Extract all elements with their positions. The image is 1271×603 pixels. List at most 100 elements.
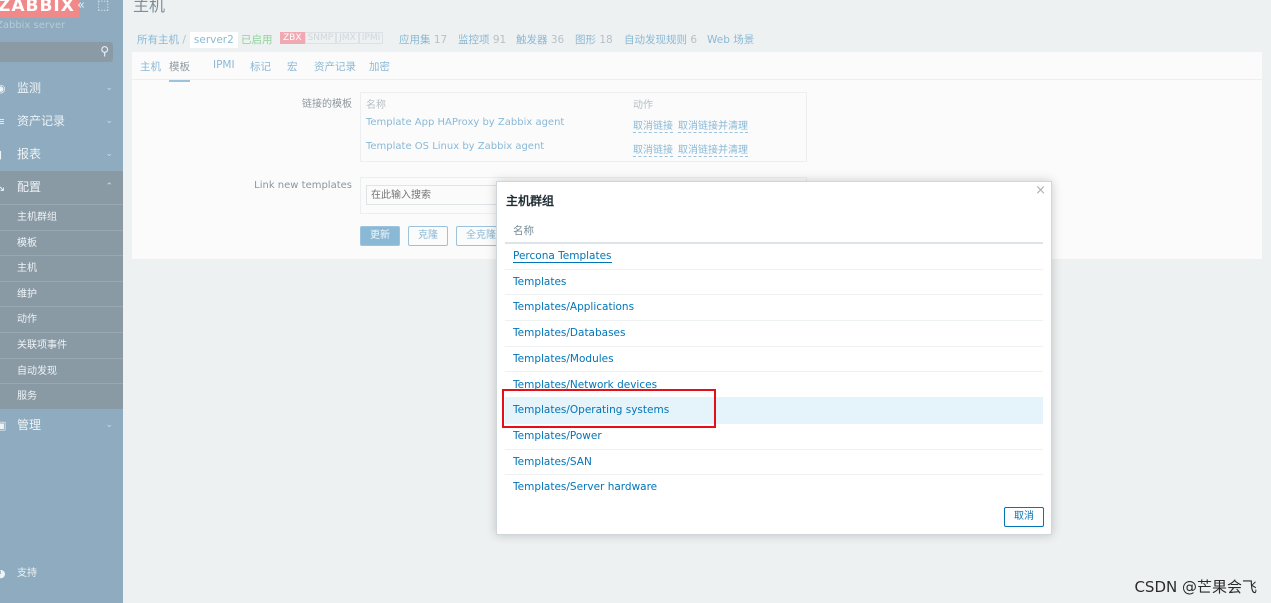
- tab-host[interactable]: 主机: [140, 59, 161, 74]
- nav-label: Web 场景: [707, 34, 755, 46]
- menu-label: 管理: [17, 418, 42, 432]
- tab-encryption[interactable]: 加密: [369, 59, 390, 74]
- nav-triggers[interactable]: 触发器 36: [516, 32, 564, 47]
- tag-zbx: ZBX: [280, 32, 305, 44]
- unlink-link[interactable]: 取消链接: [633, 117, 673, 133]
- sidebar-search[interactable]: ⚲: [0, 42, 113, 62]
- update-button[interactable]: 更新: [360, 226, 400, 246]
- nav-graphs[interactable]: 图形 18: [575, 32, 613, 47]
- col-name: 名称: [366, 100, 386, 111]
- menu-inventory[interactable]: ≡ 资产记录 ⌄: [0, 105, 123, 138]
- tab-tags[interactable]: 标记: [250, 59, 271, 74]
- nav-count: 91: [492, 34, 507, 46]
- tag-snmp: SNMP: [304, 32, 337, 44]
- sidebar: ZABBIX « ⬚ Zabbix server ⚲ ◉ 监测 ⌄ ≡ 资产记录 ⌄ ▮…: [0, 0, 123, 603]
- breadcrumb-all-hosts[interactable]: 所有主机: [137, 34, 179, 46]
- fullscreen-icon[interactable]: ⬚: [97, 0, 109, 13]
- clone-button[interactable]: 克隆: [408, 226, 448, 246]
- breadcrumb-host[interactable]: server2: [189, 32, 238, 48]
- host-groups-dialog: 主机群组 × 名称 Percona Templates Templates Te…: [496, 181, 1052, 535]
- linked-template-link[interactable]: Template App HAProxy by Zabbix agent: [366, 117, 564, 128]
- group-link[interactable]: Templates: [513, 276, 566, 288]
- menu-administration[interactable]: ▣ 管理 ⌄: [0, 409, 123, 442]
- support-icon: ◕: [0, 567, 6, 580]
- nav-discovery-rules[interactable]: 自动发现规则 6: [624, 32, 697, 47]
- nav-label: 监控项: [458, 34, 490, 46]
- nav-count: 17: [433, 34, 448, 46]
- list-icon: ≡: [0, 115, 6, 128]
- server-name: Zabbix server: [0, 20, 66, 31]
- tab-ipmi[interactable]: IPMI: [213, 59, 235, 71]
- breadcrumb-sep: /: [182, 34, 186, 46]
- menu-label: 支持: [17, 568, 37, 579]
- tag-ipmi: IPMI: [358, 32, 384, 44]
- nav-label: 触发器: [516, 34, 548, 46]
- submenu-discovery[interactable]: 自动发现: [0, 357, 123, 384]
- menu-reports[interactable]: ▮ 报表 ⌄: [0, 138, 123, 171]
- submenu-services[interactable]: 服务: [0, 383, 123, 409]
- list-item[interactable]: Templates: [505, 270, 1043, 296]
- watermark: CSDN @芒果会飞: [1134, 578, 1257, 596]
- group-link[interactable]: Templates/Power: [513, 430, 602, 442]
- list-item[interactable]: Templates/SAN: [505, 450, 1043, 476]
- collapse-icon[interactable]: «: [77, 0, 85, 13]
- nav-count: 18: [599, 34, 613, 46]
- menu-label: 报表: [17, 147, 42, 161]
- close-icon[interactable]: ×: [1035, 183, 1046, 198]
- status-enabled[interactable]: 已启用: [241, 32, 273, 47]
- eye-icon: ◉: [0, 82, 6, 95]
- wrench-icon: ↘: [0, 181, 6, 194]
- list-item[interactable]: Templates/Databases: [505, 321, 1043, 347]
- group-link[interactable]: Templates/Databases: [513, 327, 626, 339]
- submenu-templates[interactable]: 模板: [0, 229, 123, 256]
- menu-support[interactable]: ◕ 支持: [0, 557, 123, 590]
- unlink-clear-link[interactable]: 取消链接并清理: [678, 141, 748, 157]
- menu-label: 资产记录: [17, 114, 66, 128]
- unlink-link[interactable]: 取消链接: [633, 141, 673, 157]
- cancel-button[interactable]: 取消: [1004, 507, 1044, 527]
- submenu-maintenance[interactable]: 维护: [0, 280, 123, 307]
- nav-label: 应用集: [399, 34, 431, 46]
- unlink-clear-link[interactable]: 取消链接并清理: [678, 117, 748, 133]
- admin-icon: ▣: [0, 419, 7, 432]
- tab-macros[interactable]: 宏: [287, 59, 298, 74]
- menu-label: 配置: [17, 180, 42, 194]
- list-item[interactable]: Templates/Modules: [505, 347, 1043, 373]
- nav-count: 6: [690, 34, 698, 46]
- group-link[interactable]: Templates/Modules: [513, 353, 614, 365]
- menu-monitoring[interactable]: ◉ 监测 ⌄: [0, 72, 123, 105]
- submenu-correlation[interactable]: 关联项事件: [0, 332, 123, 358]
- list-item[interactable]: Templates/Server hardware: [505, 475, 1043, 501]
- submenu-host-groups[interactable]: 主机群组: [0, 204, 123, 230]
- chevron-down-icon: ⌄: [105, 149, 113, 159]
- col-action: 动作: [633, 100, 653, 111]
- dialog-title: 主机群组: [506, 194, 555, 208]
- dialog-col-name: 名称: [513, 225, 534, 237]
- nav-applications[interactable]: 应用集 17: [399, 32, 447, 47]
- list-item[interactable]: Templates/Applications: [505, 295, 1043, 322]
- nav-items[interactable]: 监控项 91: [458, 32, 506, 47]
- chevron-down-icon: ⌄: [105, 116, 113, 126]
- group-link[interactable]: Percona Templates: [513, 250, 612, 263]
- page-title: 主机: [133, 0, 166, 15]
- chevron-up-icon: ⌃: [105, 182, 113, 192]
- chevron-down-icon: ⌄: [105, 420, 113, 430]
- nav-label: 图形: [575, 34, 596, 46]
- tag-jmx: JMX: [336, 32, 359, 44]
- nav-label: 自动发现规则: [624, 34, 687, 46]
- zabbix-logo[interactable]: ZABBIX: [0, 0, 79, 18]
- group-link[interactable]: Templates/SAN: [513, 456, 592, 468]
- nav-count: 36: [550, 34, 565, 46]
- linked-template-link[interactable]: Template OS Linux by Zabbix agent: [366, 141, 544, 152]
- submenu-actions[interactable]: 动作: [0, 306, 123, 332]
- tab-inventory[interactable]: 资产记录: [314, 59, 356, 74]
- group-link[interactable]: Templates/Applications: [513, 301, 634, 313]
- group-link[interactable]: Templates/Server hardware: [513, 481, 657, 493]
- menu-configuration[interactable]: ↘ 配置 ⌃: [0, 171, 123, 204]
- list-item[interactable]: Percona Templates: [505, 244, 1043, 270]
- search-icon[interactable]: ⚲: [100, 44, 109, 58]
- nav-web-scenarios[interactable]: Web 场景: [707, 32, 754, 47]
- menu-label: 监测: [17, 81, 42, 95]
- submenu-hosts[interactable]: 主机: [0, 255, 123, 281]
- link-new-templates-label: Link new templates: [254, 180, 352, 191]
